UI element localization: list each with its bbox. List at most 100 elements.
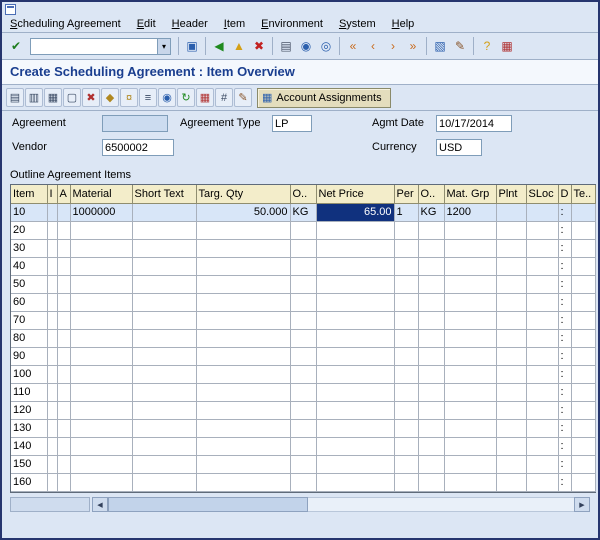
cell-a[interactable] (57, 329, 70, 347)
cell-d[interactable]: : (558, 221, 571, 239)
cell-ou2[interactable] (418, 293, 444, 311)
cell-ou2[interactable] (418, 473, 444, 491)
help-icon[interactable]: ? (477, 36, 497, 56)
cell-mat_grp[interactable] (444, 311, 496, 329)
system-menu-icon[interactable] (5, 4, 16, 15)
column-header-i[interactable]: I (47, 185, 57, 203)
cell-d[interactable]: : (558, 311, 571, 329)
cell-mat_grp[interactable] (444, 383, 496, 401)
cell-ou1[interactable] (290, 239, 316, 257)
cell-net_price[interactable] (316, 239, 394, 257)
column-header-targ_qty[interactable]: Targ. Qty (196, 185, 290, 203)
cell-ou2[interactable]: KG (418, 203, 444, 221)
cell-per[interactable] (394, 419, 418, 437)
cell-per[interactable] (394, 455, 418, 473)
agreement-type-field[interactable] (272, 115, 312, 132)
cell-te[interactable] (571, 419, 595, 437)
cell-plnt[interactable] (496, 203, 526, 221)
vendor-field[interactable] (102, 139, 174, 156)
cell-plnt[interactable] (496, 257, 526, 275)
cell-plnt[interactable] (496, 239, 526, 257)
save-icon[interactable]: ▣ (182, 36, 202, 56)
cell-ou1[interactable] (290, 383, 316, 401)
cell-targ_qty[interactable] (196, 419, 290, 437)
cell-mat_grp[interactable] (444, 329, 496, 347)
cell-short_text[interactable] (132, 455, 196, 473)
cell-i[interactable] (47, 203, 57, 221)
cell-material[interactable] (70, 365, 132, 383)
cell-per[interactable] (394, 293, 418, 311)
cell-plnt[interactable] (496, 347, 526, 365)
cell-net_price[interactable] (316, 401, 394, 419)
cell-d[interactable]: : (558, 473, 571, 491)
cell-mat_grp[interactable]: 1200 (444, 203, 496, 221)
next-page-icon[interactable]: › (383, 36, 403, 56)
cell-material[interactable] (70, 455, 132, 473)
cell-a[interactable] (57, 401, 70, 419)
cell-d[interactable]: : (558, 419, 571, 437)
cell-targ_qty[interactable] (196, 347, 290, 365)
cell-i[interactable] (47, 473, 57, 491)
agreement-field[interactable] (102, 115, 168, 132)
cell-targ_qty[interactable] (196, 257, 290, 275)
column-header-per[interactable]: Per (394, 185, 418, 203)
cell-plnt[interactable] (496, 401, 526, 419)
cell-ou1[interactable] (290, 293, 316, 311)
cell-a[interactable] (57, 221, 70, 239)
cell-short_text[interactable] (132, 221, 196, 239)
cell-per[interactable] (394, 257, 418, 275)
cell-per[interactable] (394, 311, 418, 329)
refresh-icon[interactable]: ↻ (177, 88, 195, 107)
cell-d[interactable]: : (558, 437, 571, 455)
cell-net_price[interactable] (316, 383, 394, 401)
cell-short_text[interactable] (132, 329, 196, 347)
cell-a[interactable] (57, 419, 70, 437)
cell-short_text[interactable] (132, 293, 196, 311)
cell-a[interactable] (57, 437, 70, 455)
cell-sloc[interactable] (526, 203, 558, 221)
cell-short_text[interactable] (132, 257, 196, 275)
overview-icon[interactable]: ▤ (6, 88, 24, 107)
find-next-icon[interactable]: ◎ (316, 36, 336, 56)
cell-short_text[interactable] (132, 275, 196, 293)
cell-item[interactable]: 110 (11, 383, 47, 401)
cell-per[interactable] (394, 347, 418, 365)
cell-sloc[interactable] (526, 419, 558, 437)
cell-i[interactable] (47, 365, 57, 383)
command-dropdown-icon[interactable]: ▾ (158, 38, 171, 55)
cell-short_text[interactable] (132, 347, 196, 365)
cell-item[interactable]: 140 (11, 437, 47, 455)
column-header-mat_grp[interactable]: Mat. Grp (444, 185, 496, 203)
cell-i[interactable] (47, 221, 57, 239)
scrollbar-thumb[interactable] (108, 497, 308, 512)
cell-i[interactable] (47, 275, 57, 293)
cell-targ_qty[interactable] (196, 311, 290, 329)
cell-net_price[interactable] (316, 221, 394, 239)
cell-item[interactable]: 40 (11, 257, 47, 275)
last-page-icon[interactable]: » (403, 36, 423, 56)
cell-material[interactable] (70, 401, 132, 419)
cell-short_text[interactable] (132, 239, 196, 257)
cell-ou1[interactable] (290, 257, 316, 275)
cell-te[interactable] (571, 365, 595, 383)
cell-sloc[interactable] (526, 293, 558, 311)
currency-field[interactable] (436, 139, 482, 156)
cell-plnt[interactable] (496, 293, 526, 311)
cell-sloc[interactable] (526, 437, 558, 455)
cell-d[interactable]: : (558, 365, 571, 383)
cell-d[interactable]: : (558, 347, 571, 365)
print-icon[interactable]: ▤ (276, 36, 296, 56)
calculator-icon[interactable]: # (215, 88, 233, 107)
cell-short_text[interactable] (132, 365, 196, 383)
cell-a[interactable] (57, 365, 70, 383)
cell-d[interactable]: : (558, 293, 571, 311)
cell-targ_qty[interactable] (196, 221, 290, 239)
cell-plnt[interactable] (496, 221, 526, 239)
cell-a[interactable] (57, 383, 70, 401)
cell-te[interactable] (571, 473, 595, 491)
menu-environment[interactable]: Environment (261, 18, 323, 30)
cell-net_price[interactable] (316, 473, 394, 491)
cell-plnt[interactable] (496, 329, 526, 347)
cell-i[interactable] (47, 257, 57, 275)
cell-d[interactable]: : (558, 275, 571, 293)
